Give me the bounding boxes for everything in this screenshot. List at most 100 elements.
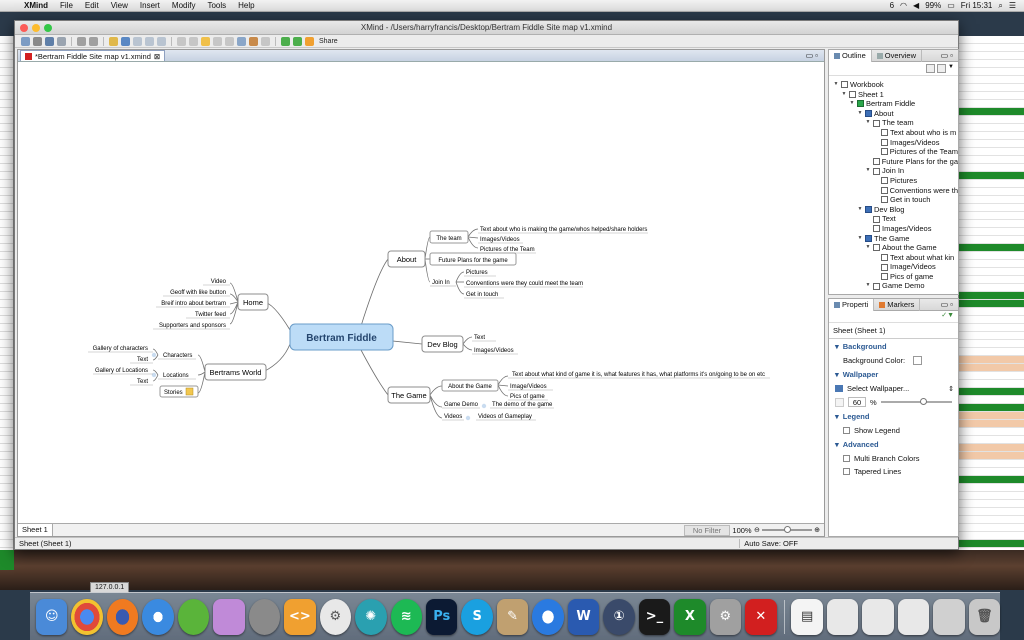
menu-help[interactable]: Help xyxy=(232,1,260,10)
section-advanced[interactable]: ▾ Advanced xyxy=(829,437,958,452)
outline-node[interactable]: ▼ About xyxy=(833,109,958,119)
menu-insert[interactable]: Insert xyxy=(134,1,166,10)
autosave-status[interactable]: Auto Save: OFF xyxy=(739,539,798,548)
opacity-slider[interactable] xyxy=(880,398,952,405)
safari-icon[interactable] xyxy=(142,598,174,635)
subtopic-videos[interactable]: Videos xyxy=(444,414,462,420)
outline-node[interactable]: ▼ Join In xyxy=(833,166,958,176)
attachment-icon[interactable] xyxy=(177,36,186,46)
battery-percent[interactable]: 99% xyxy=(925,1,941,10)
zoom-level[interactable]: 100% xyxy=(730,526,754,535)
collapse-all-icon[interactable] xyxy=(926,64,936,73)
world-item-characters[interactable]: Characters xyxy=(163,353,192,359)
about-game-item-text[interactable]: Text about what kind of game it is, what… xyxy=(512,372,765,378)
outline-node[interactable]: ▼ Sheet 1 xyxy=(833,90,958,100)
tab-outline[interactable]: Outline xyxy=(829,49,872,62)
zoom-in-icon[interactable]: ⊕ xyxy=(814,526,820,534)
menu-view[interactable]: View xyxy=(105,1,134,10)
outline-node[interactable]: Pictures of the Team xyxy=(833,147,958,157)
outline-node[interactable]: ▼ Dev Blog xyxy=(833,205,958,215)
utility-app-icon[interactable]: ⚙ xyxy=(319,598,352,635)
save-icon[interactable] xyxy=(45,36,54,46)
outline-node[interactable]: Images/Videos xyxy=(833,224,958,234)
outline-node[interactable]: ▼ Workbook xyxy=(833,80,958,90)
topic-bertrams-world[interactable]: Bertrams World xyxy=(204,363,267,381)
menu-file[interactable]: File xyxy=(54,1,79,10)
terminal-icon[interactable]: >_ xyxy=(638,598,671,635)
outline-node[interactable]: Text xyxy=(833,214,958,224)
multi-branch-checkbox[interactable] xyxy=(843,455,850,462)
menu-edit[interactable]: Edit xyxy=(79,1,105,10)
section-background[interactable]: ▾ Background xyxy=(829,339,958,354)
panel-min-max-controls[interactable]: ▭▫ xyxy=(941,51,958,60)
sheet-tab-1[interactable]: Sheet 1 xyxy=(18,524,53,536)
show-legend-row[interactable]: Show Legend xyxy=(829,424,958,437)
note-icon[interactable] xyxy=(185,387,194,396)
zoom-window-button[interactable] xyxy=(44,24,52,32)
zoom-out-icon[interactable]: ⊖ xyxy=(754,526,760,534)
coda-icon[interactable]: <> xyxy=(284,598,316,635)
outline-node[interactable]: ▼ Bertram Fiddle xyxy=(833,99,958,109)
topic-the-game[interactable]: The Game xyxy=(387,386,431,404)
char-item-gallery[interactable]: Gallery of characters xyxy=(93,346,148,352)
videos-item[interactable]: Videos of Gameplay xyxy=(478,414,532,420)
brainstorm-icon[interactable] xyxy=(261,36,270,46)
menu-app[interactable]: XMind xyxy=(18,1,54,10)
network-app-icon[interactable]: ✺ xyxy=(355,598,387,635)
view-menu-icon[interactable]: ▼ xyxy=(948,64,954,73)
topic-dev-blog[interactable]: Dev Blog xyxy=(421,335,464,353)
devblog-item-images[interactable]: Images/Videos xyxy=(474,348,514,354)
zoom-slider-thumb[interactable] xyxy=(784,526,792,533)
topic-icon[interactable] xyxy=(109,36,118,46)
share-button[interactable]: Share xyxy=(319,38,338,45)
team-item-images[interactable]: Images/Videos xyxy=(480,237,520,243)
onepassword-icon[interactable]: ① xyxy=(603,598,635,635)
loc-item-gallery[interactable]: Gallery of Locations xyxy=(95,368,148,374)
tree-toggle-icon[interactable]: ▼ xyxy=(833,80,839,90)
outline-node[interactable]: ▼ About the Game xyxy=(833,243,958,253)
tree-toggle-icon[interactable]: ▼ xyxy=(857,234,863,244)
tree-toggle-icon[interactable]: ▼ xyxy=(865,166,871,176)
outline-node[interactable]: Text about who is m xyxy=(833,128,958,138)
label-icon[interactable] xyxy=(225,36,234,46)
xmind-dock-icon[interactable]: ✕ xyxy=(745,598,777,635)
drill-down-icon[interactable] xyxy=(281,36,290,46)
link-icon[interactable] xyxy=(189,36,198,46)
subtopic-about-the-game[interactable]: About the Game xyxy=(448,384,492,390)
stack-icon[interactable] xyxy=(897,598,930,635)
stack-icon[interactable] xyxy=(862,598,894,635)
firefox-icon[interactable] xyxy=(106,598,139,635)
print-icon[interactable] xyxy=(57,36,66,46)
stepper-icon[interactable]: ⇕ xyxy=(948,385,954,393)
tree-toggle-icon[interactable]: ▼ xyxy=(865,243,871,253)
join-item-pictures[interactable]: Pictures xyxy=(466,270,488,276)
team-item-pictures[interactable]: Pictures of the Team xyxy=(480,247,535,253)
outline-node[interactable]: Get in touch xyxy=(833,195,958,205)
tree-toggle-icon[interactable]: ▼ xyxy=(849,99,855,109)
marker-icon[interactable] xyxy=(213,36,222,46)
subtopic-future-plans[interactable]: Future Plans for the game xyxy=(438,258,508,264)
outline-node[interactable]: Image/Videos xyxy=(833,262,958,272)
chrome-icon[interactable] xyxy=(71,598,103,635)
menu-tools[interactable]: Tools xyxy=(201,1,232,10)
opacity-slider-thumb[interactable] xyxy=(919,398,927,405)
select-wallpaper-row[interactable]: Select Wallpaper... ⇕ xyxy=(829,382,958,395)
section-legend[interactable]: ▾ Legend xyxy=(829,409,958,424)
team-item-text[interactable]: Text about who is making the game/whos h… xyxy=(480,227,647,233)
volume-icon[interactable]: ◀ xyxy=(913,1,919,10)
drill-up-icon[interactable] xyxy=(293,36,302,46)
home-item-video[interactable]: Video xyxy=(211,279,227,285)
editor-file-tab[interactable]: *Bertram Fiddle Site map v1.xmind ⊠ xyxy=(20,50,166,61)
join-item-get-in-touch[interactable]: Get in touch xyxy=(466,292,498,298)
word-icon[interactable]: W xyxy=(567,598,600,635)
share-icon[interactable] xyxy=(305,36,314,46)
home-item-geoff[interactable]: Geoff with like button xyxy=(170,290,226,296)
transmit-icon[interactable] xyxy=(213,598,245,635)
document-icon[interactable]: ▤ xyxy=(791,598,823,635)
presentation-icon[interactable] xyxy=(249,36,258,46)
collapse-dot[interactable] xyxy=(465,415,471,421)
image-icon[interactable] xyxy=(237,36,246,46)
central-topic[interactable]: Bertram Fiddle xyxy=(289,323,394,351)
system-prefs-icon[interactable]: ⚙ xyxy=(709,598,742,635)
tab-overview[interactable]: Overview xyxy=(872,49,923,62)
